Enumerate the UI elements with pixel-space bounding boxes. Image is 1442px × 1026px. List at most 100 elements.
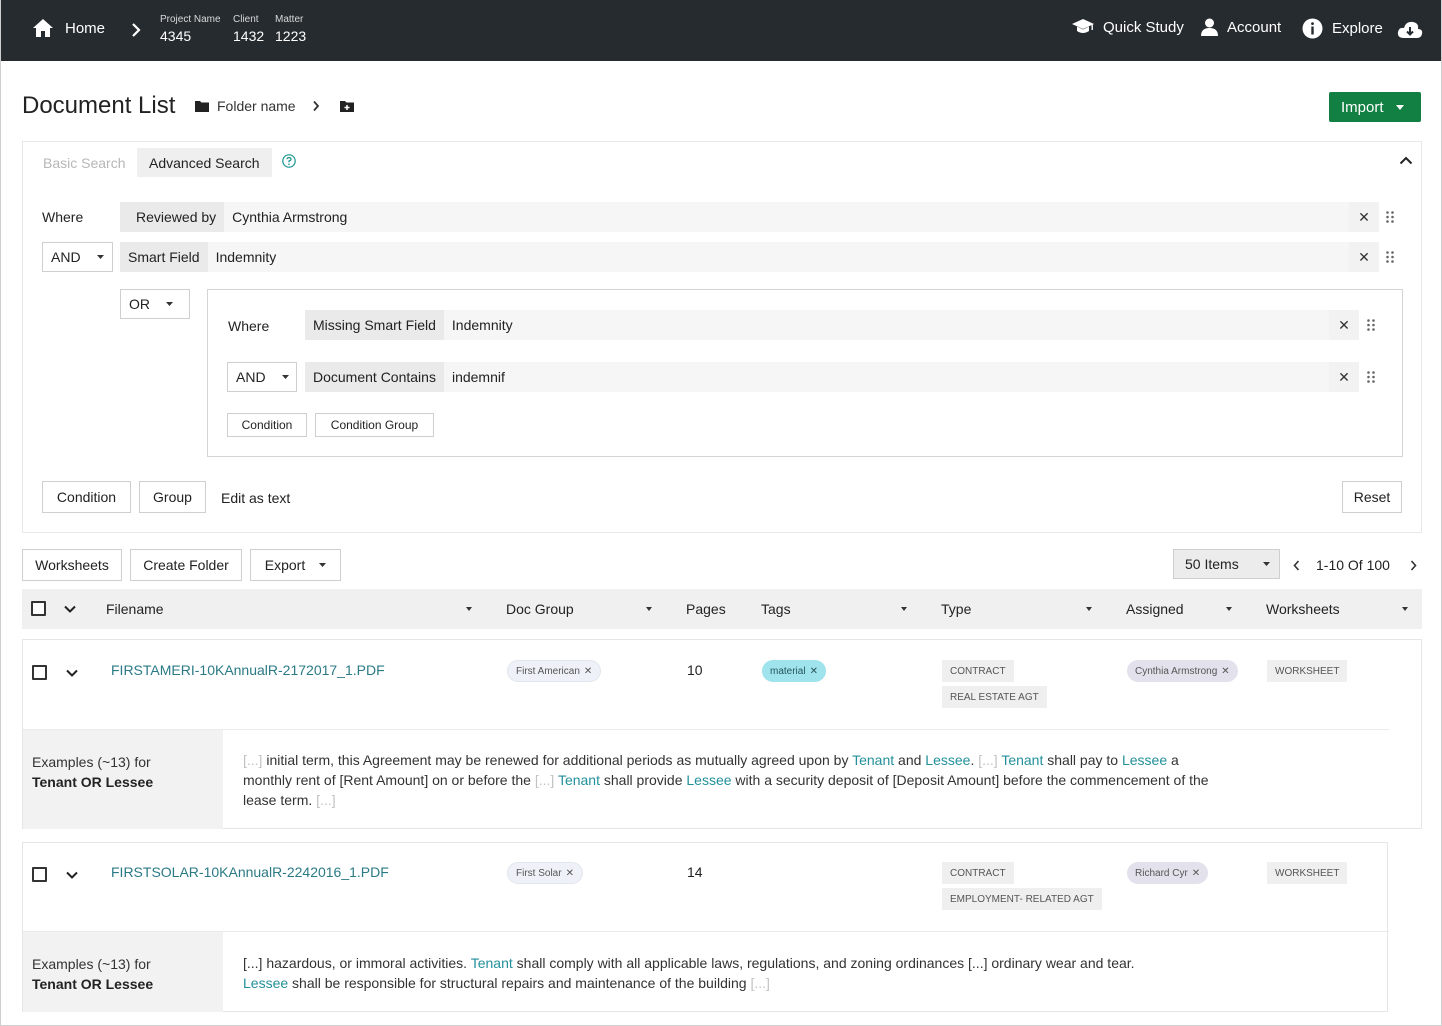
cloud-download-icon[interactable] bbox=[1397, 21, 1423, 39]
operator-select[interactable]: AND bbox=[227, 362, 297, 392]
add-condition-group-button[interactable]: Condition Group bbox=[315, 413, 434, 437]
worksheets-label: Worksheets bbox=[35, 557, 109, 573]
close-icon[interactable]: ✕ bbox=[1221, 666, 1229, 677]
group-operator-select[interactable]: OR bbox=[120, 289, 190, 319]
operator-select[interactable]: AND bbox=[42, 242, 113, 272]
quick-study-link[interactable]: Quick Study bbox=[1072, 18, 1184, 36]
condition-field[interactable]: Smart Field bbox=[120, 242, 208, 272]
breadcrumb: Folder name bbox=[195, 98, 354, 114]
condition-field[interactable]: Reviewed by bbox=[120, 202, 225, 232]
condition-document-contains[interactable]: Document Contains indemnif ✕ bbox=[305, 362, 1359, 392]
sort-caret-icon[interactable] bbox=[901, 607, 907, 611]
sort-caret-icon[interactable] bbox=[466, 607, 472, 611]
pages-value: 10 bbox=[687, 662, 703, 678]
sort-caret-icon[interactable] bbox=[1226, 607, 1232, 611]
help-icon[interactable] bbox=[282, 154, 296, 168]
drag-handle-icon[interactable] bbox=[1386, 211, 1394, 223]
highlighted-term: Lessee bbox=[1121, 752, 1168, 768]
account-link[interactable]: Account bbox=[1201, 18, 1281, 36]
close-icon[interactable]: ✕ bbox=[1192, 868, 1200, 879]
condition-field[interactable]: Document Contains bbox=[305, 362, 444, 392]
filename-link[interactable]: FIRSTSOLAR-10KAnnualR-2242016_1.PDF bbox=[111, 864, 389, 880]
row-checkbox[interactable] bbox=[32, 867, 47, 882]
row-divider bbox=[23, 729, 1389, 730]
tab-basic-search[interactable]: Basic Search bbox=[31, 148, 137, 177]
sort-caret-icon[interactable] bbox=[646, 607, 652, 611]
drag-handle-icon[interactable] bbox=[1386, 251, 1394, 263]
drag-handle-icon[interactable] bbox=[1367, 371, 1375, 383]
folder-plus-icon[interactable] bbox=[339, 100, 354, 112]
condition-value[interactable]: Indemnity bbox=[207, 242, 1349, 272]
chevron-right-icon[interactable] bbox=[1410, 560, 1417, 571]
column-header-worksheets[interactable]: Worksheets bbox=[1266, 601, 1340, 617]
select-all-checkbox[interactable] bbox=[31, 601, 46, 616]
chevron-left-icon[interactable] bbox=[1293, 560, 1300, 571]
home-link[interactable]: Home bbox=[33, 19, 105, 37]
condition-reviewed-by[interactable]: Reviewed by Cynthia Armstrong ✕ bbox=[120, 202, 1379, 232]
column-header-type[interactable]: Type bbox=[941, 601, 971, 617]
doc-group-chip[interactable]: First Solar ✕ bbox=[507, 862, 583, 884]
worksheets-button[interactable]: Worksheets bbox=[22, 549, 122, 581]
highlighted-term: Tenant bbox=[557, 772, 600, 788]
condition-smart-field[interactable]: Smart Field Indemnity ✕ bbox=[120, 242, 1379, 272]
remove-condition-button[interactable]: ✕ bbox=[1329, 369, 1359, 386]
row-divider bbox=[23, 931, 1389, 932]
pages-value: 14 bbox=[687, 864, 703, 880]
filename-link[interactable]: FIRSTAMERI-10KAnnualR-2172017_1.PDF bbox=[111, 662, 385, 678]
matter-value: 1223 bbox=[275, 28, 307, 44]
column-header-assigned[interactable]: Assigned bbox=[1126, 601, 1184, 617]
add-condition-button[interactable]: Condition bbox=[42, 481, 131, 513]
drag-handle-icon[interactable] bbox=[1367, 319, 1375, 331]
tag-chip[interactable]: material ✕ bbox=[762, 660, 826, 682]
snippet-text: [...] hazardous, or immoral activities. bbox=[243, 955, 471, 971]
remove-condition-button[interactable]: ✕ bbox=[1349, 249, 1379, 266]
worksheet-badge[interactable]: WORKSHEET bbox=[1267, 862, 1348, 884]
tab-advanced-search[interactable]: Advanced Search bbox=[137, 148, 272, 177]
info-icon bbox=[1302, 18, 1323, 39]
chevron-down-icon[interactable] bbox=[66, 669, 78, 677]
assignee-chip[interactable]: Richard Cyr ✕ bbox=[1127, 862, 1209, 884]
close-icon[interactable]: ✕ bbox=[566, 868, 574, 879]
row-checkbox[interactable] bbox=[32, 665, 47, 680]
page-title: Document List bbox=[22, 92, 176, 119]
remove-condition-button[interactable]: ✕ bbox=[1329, 317, 1359, 334]
condition-missing-smart-field[interactable]: Missing Smart Field Indemnity ✕ bbox=[305, 310, 1359, 340]
sort-caret-icon[interactable] bbox=[1086, 607, 1092, 611]
matter-meta: Matter 1223 bbox=[275, 14, 306, 44]
add-condition-button[interactable]: Condition bbox=[227, 413, 307, 437]
chevron-down-icon[interactable] bbox=[66, 871, 78, 879]
caret-down-icon bbox=[166, 302, 173, 306]
chevron-down-icon[interactable] bbox=[64, 605, 76, 613]
column-header-doc-group[interactable]: Doc Group bbox=[506, 601, 574, 617]
quick-study-label: Quick Study bbox=[1103, 18, 1184, 36]
explore-link[interactable]: Explore bbox=[1302, 18, 1383, 39]
remove-condition-button[interactable]: ✕ bbox=[1349, 209, 1379, 226]
app-frame: Home Project Name 4345 Client 1432 Matte… bbox=[0, 0, 1442, 1026]
chevron-up-icon[interactable] bbox=[1399, 156, 1413, 165]
export-button[interactable]: Export bbox=[250, 549, 341, 581]
edit-as-text-link[interactable]: Edit as text bbox=[221, 490, 290, 506]
column-header-filename[interactable]: Filename bbox=[106, 601, 164, 617]
examples-query: Tenant OR Lessee bbox=[32, 976, 154, 992]
breadcrumb-folder[interactable]: Folder name bbox=[217, 98, 296, 114]
import-button[interactable]: Import bbox=[1329, 92, 1421, 122]
reset-button[interactable]: Reset bbox=[1342, 481, 1402, 513]
add-group-button[interactable]: Group bbox=[139, 481, 206, 513]
close-icon[interactable]: ✕ bbox=[810, 666, 818, 677]
doc-group-chip[interactable]: First American ✕ bbox=[507, 660, 602, 682]
items-per-page-select[interactable]: 50 Items bbox=[1173, 549, 1280, 579]
sort-caret-icon[interactable] bbox=[1402, 607, 1408, 611]
column-header-pages[interactable]: Pages bbox=[686, 601, 726, 617]
condition-value[interactable]: Indemnity bbox=[443, 310, 1329, 340]
condition-value[interactable]: Cynthia Armstrong bbox=[224, 202, 1349, 232]
create-folder-button[interactable]: Create Folder bbox=[130, 549, 242, 581]
close-icon: ✕ bbox=[1358, 208, 1370, 225]
chevron-right-icon bbox=[132, 23, 141, 37]
column-header-tags[interactable]: Tags bbox=[761, 601, 791, 617]
assignee-chip[interactable]: Cynthia Armstrong ✕ bbox=[1127, 660, 1238, 682]
worksheet-badge[interactable]: WORKSHEET bbox=[1267, 660, 1348, 682]
matter-key: Matter bbox=[275, 14, 304, 25]
close-icon[interactable]: ✕ bbox=[584, 666, 592, 677]
condition-value[interactable]: indemnif bbox=[443, 362, 1329, 392]
condition-field[interactable]: Missing Smart Field bbox=[305, 310, 444, 340]
